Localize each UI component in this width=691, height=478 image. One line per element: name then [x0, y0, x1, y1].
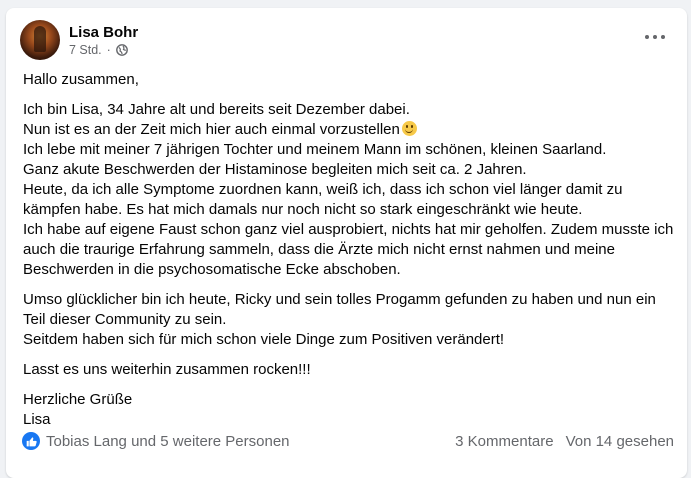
post-line: Heute, da ich alle Symptome zuordnen kan… [23, 180, 673, 200]
post-line: Lasst es uns weiterhin zusammen rocken!!… [23, 360, 673, 380]
post-line: Hallo zusammen, [23, 70, 673, 90]
post-line-text: Umso glücklicher bin ich heute, Ricky un… [23, 291, 656, 308]
post-line-text: Seitdem haben sich für mich schon viele … [23, 331, 505, 348]
post-line: Ganz akute Beschwerden der Histaminose b… [23, 160, 673, 180]
post-line-text: Hallo zusammen, [23, 71, 139, 88]
post-time[interactable]: 7 Std. [69, 42, 102, 58]
post-subline: 7 Std. · [69, 42, 138, 58]
post-line-text: Lasst es uns weiterhin zusammen rocken!!… [23, 361, 311, 378]
author-name[interactable]: Lisa Bohr [69, 23, 138, 42]
post-line-text: Teil dieser Community zu sein. [23, 311, 227, 328]
more-dot [645, 35, 649, 39]
post-line-text: auch die traurige Erfahrung sammeln, das… [23, 241, 615, 258]
separator: · [106, 42, 111, 57]
more-horizontal-icon[interactable] [645, 30, 665, 44]
post-line-text: Ich lebe mit meiner 7 jährigen Tochter u… [23, 141, 607, 158]
post-line: Seitdem haben sich für mich schon viele … [23, 330, 673, 350]
post-line-text: kämpfen habe. Es hat mich damals nur noc… [23, 201, 583, 218]
globe-icon[interactable] [115, 43, 128, 56]
reaction-summary[interactable]: Tobias Lang und 5 weitere Personen [46, 433, 290, 450]
post-paragraph: Hallo zusammen, [23, 70, 673, 90]
more-dot [661, 35, 665, 39]
post-line-text: Nun ist es an der Zeit mich hier auch ei… [23, 121, 400, 138]
post-line-text: Beschwerden in die psychosomatische Ecke… [23, 261, 401, 278]
post-paragraph: Ich bin Lisa, 34 Jahre alt und bereits s… [23, 100, 673, 280]
post-line: Nun ist es an der Zeit mich hier auch ei… [23, 120, 673, 140]
post-header: Lisa Bohr 7 Std. · [20, 20, 138, 60]
post-line: Lisa [23, 410, 673, 430]
post-line-text: Lisa [23, 411, 51, 428]
post-line: Ich bin Lisa, 34 Jahre alt und bereits s… [23, 100, 673, 120]
like-icon[interactable] [22, 432, 40, 450]
post-card: Lisa Bohr 7 Std. · Hallo zusammen, Ich bi… [6, 8, 687, 478]
post-paragraph: Herzliche Grüße Lisa [23, 390, 673, 430]
avatar[interactable] [20, 20, 60, 60]
post-line-text: Heute, da ich alle Symptome zuordnen kan… [23, 181, 623, 198]
post-paragraph: Umso glücklicher bin ich heute, Ricky un… [23, 290, 673, 350]
post-paragraph: Lasst es uns weiterhin zusammen rocken!!… [23, 360, 673, 380]
views-count[interactable]: Von 14 gesehen [566, 433, 674, 450]
post-stats: 3 Kommentare Von 14 gesehen [455, 433, 674, 450]
post-line-text: Herzliche Grüße [23, 391, 133, 408]
post-line-text: Ich habe auf eigene Faust schon ganz vie… [23, 221, 674, 238]
post-line-text: Ich bin Lisa, 34 Jahre alt und bereits s… [23, 101, 410, 118]
post-line: Ich habe auf eigene Faust schon ganz vie… [23, 220, 673, 240]
post-line-text: Ganz akute Beschwerden der Histaminose b… [23, 161, 527, 178]
post-line: Beschwerden in die psychosomatische Ecke… [23, 260, 673, 280]
post-line: Ich lebe mit meiner 7 jährigen Tochter u… [23, 140, 673, 160]
post-body: Hallo zusammen, Ich bin Lisa, 34 Jahre al… [23, 70, 673, 440]
post-line: Teil dieser Community zu sein. [23, 310, 673, 330]
more-dot [653, 35, 657, 39]
smiley-icon [401, 121, 417, 136]
post-meta: Lisa Bohr 7 Std. · [69, 23, 138, 58]
post-line: auch die traurige Erfahrung sammeln, das… [23, 240, 673, 260]
post-line: Umso glücklicher bin ich heute, Ricky un… [23, 290, 673, 310]
post-footer: Tobias Lang und 5 weitere Personen 3 Kom… [22, 432, 674, 450]
post-line: Herzliche Grüße [23, 390, 673, 410]
post-line: kämpfen habe. Es hat mich damals nur noc… [23, 200, 673, 220]
comments-count[interactable]: 3 Kommentare [455, 433, 553, 450]
